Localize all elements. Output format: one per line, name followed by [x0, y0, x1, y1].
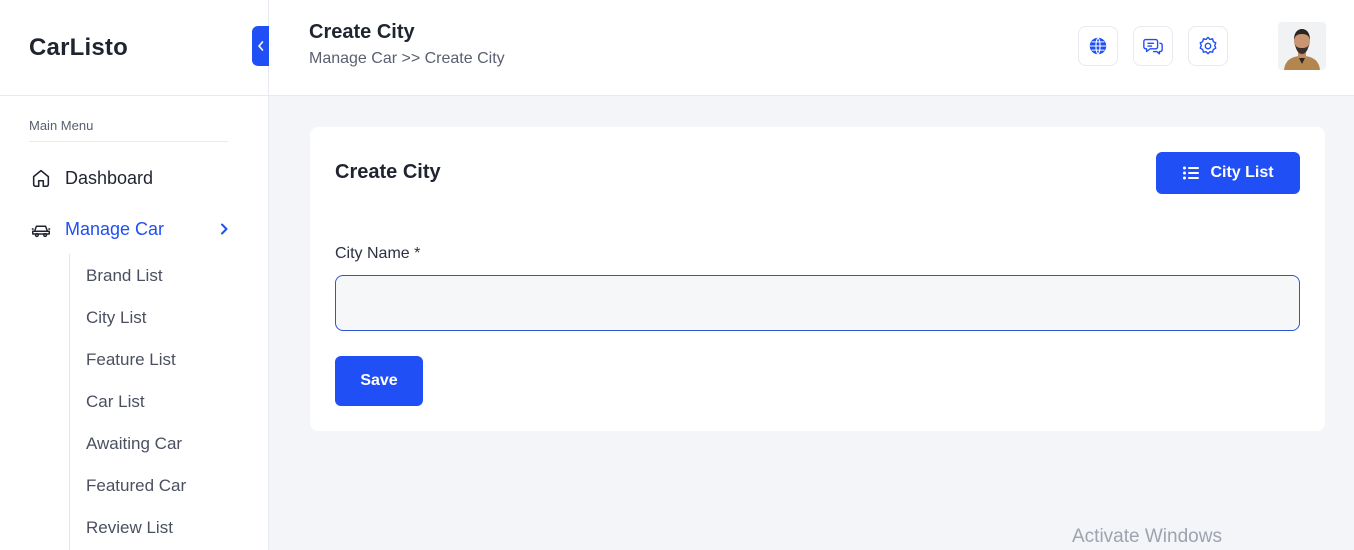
chevron-left-icon [257, 41, 263, 51]
submenu-item-awaiting-car[interactable]: Awaiting Car [86, 434, 182, 454]
chevron-right-icon[interactable] [216, 221, 232, 237]
city-name-input[interactable] [335, 275, 1300, 331]
list-icon [1182, 164, 1200, 182]
brand-logo-text[interactable]: CarListo [29, 34, 128, 62]
globe-icon [1089, 37, 1107, 55]
user-avatar[interactable] [1278, 22, 1326, 70]
sidebar-item-manage-car[interactable]: Manage Car [29, 217, 164, 241]
submenu-item-brand-list[interactable]: Brand List [86, 266, 163, 286]
sidebar-collapse-button[interactable] [252, 26, 269, 66]
submenu-item-car-list[interactable]: Car List [86, 392, 145, 412]
sidebar-item-label: Dashboard [65, 167, 154, 188]
top-header: Create City Manage Car >> Create City [269, 0, 1354, 96]
submenu-item-feature-list[interactable]: Feature List [86, 350, 176, 370]
create-city-card: Create City City List City Name * Save [310, 127, 1325, 431]
gear-icon [1199, 36, 1217, 55]
menu-caption: Main Menu [29, 118, 228, 142]
activate-windows-watermark: Activate Windows [1072, 526, 1222, 547]
card-title: Create City [335, 161, 441, 183]
save-button[interactable]: Save [335, 356, 423, 406]
sidebar-item-label: Manage Car [65, 218, 165, 239]
city-list-button-label: City List [1210, 164, 1274, 181]
breadcrumb: Manage Car >> Create City [309, 50, 505, 67]
brand-header: CarListo [0, 0, 268, 96]
page-title: Create City [309, 21, 415, 43]
submenu-item-review-list[interactable]: Review List [86, 518, 173, 538]
submenu-item-city-list[interactable]: City List [86, 308, 146, 328]
city-list-button[interactable]: City List [1156, 152, 1300, 194]
user-photo [1278, 22, 1326, 70]
submenu-item-featured-car[interactable]: Featured Car [86, 476, 186, 496]
sidebar: CarListo Main Menu Dashboard Manage Car [0, 0, 269, 550]
sidebar-item-dashboard[interactable]: Dashboard [29, 166, 153, 190]
submenu-manage-car: Brand List City List Feature List Car Li… [69, 254, 186, 550]
chat-icon [1143, 38, 1163, 55]
car-icon [29, 217, 53, 241]
language-button[interactable] [1078, 26, 1118, 66]
settings-button[interactable] [1188, 26, 1228, 66]
home-icon [29, 166, 53, 190]
city-name-label: City Name * [335, 245, 421, 262]
messages-button[interactable] [1133, 26, 1173, 66]
